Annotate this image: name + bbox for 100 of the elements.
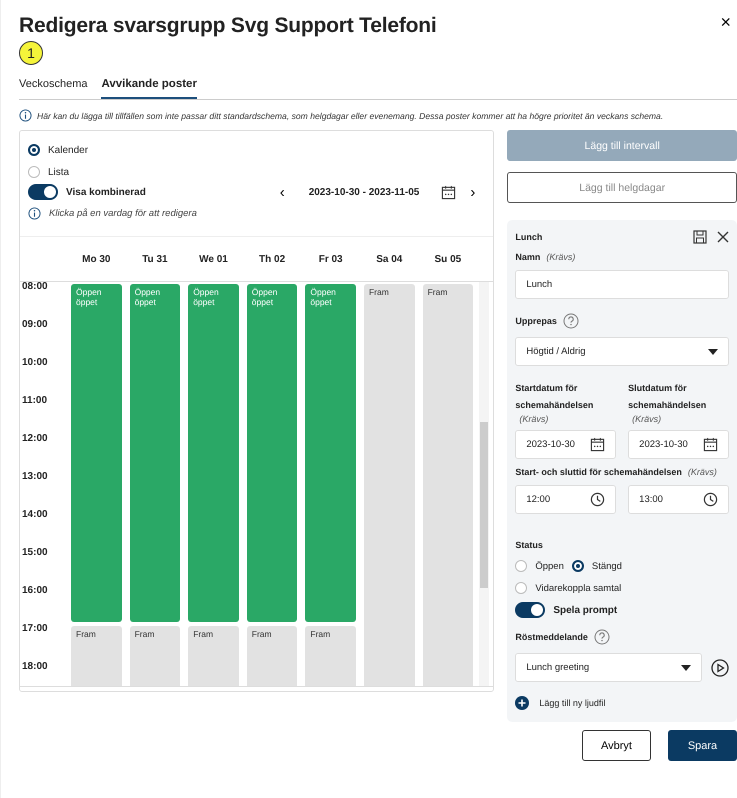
radio-button[interactable] xyxy=(28,144,40,156)
close-button[interactable]: × xyxy=(720,12,737,33)
info-text: Här kan du lägga till tillfällen som inte passar ditt standardschema, som helgdagar eller evenemang. Dessa poster kommer att ha högre prioritet än veckans schema. xyxy=(37,110,664,120)
event-title: Fram xyxy=(428,287,448,297)
form-title: Lunch xyxy=(515,232,542,242)
date-field[interactable]: 2023-10-30 xyxy=(628,430,730,459)
event-title: Öppen xyxy=(76,287,103,297)
hour-label: 16:00 xyxy=(21,586,49,598)
hour-label: 10:00 xyxy=(21,358,49,370)
required-note: (Krävs) xyxy=(519,414,550,424)
caret-icon xyxy=(681,664,691,670)
hour-label: 15:00 xyxy=(21,548,49,560)
next-button[interactable]: › xyxy=(468,184,478,200)
day-header[interactable]: Th 02 xyxy=(242,254,302,264)
event-subtitle: öppet xyxy=(252,297,274,307)
save-button[interactable]: Spara xyxy=(668,730,737,761)
event-title: Fram xyxy=(134,629,156,639)
save-icon[interactable] xyxy=(693,230,707,244)
name-field[interactable]: Lunch xyxy=(515,270,729,299)
clock-icon[interactable] xyxy=(703,492,718,507)
day-header[interactable]: We 01 xyxy=(184,254,243,264)
hour-label: 11:00 xyxy=(21,396,48,408)
event-title: Fram xyxy=(76,629,97,639)
day-header[interactable]: Su 05 xyxy=(418,254,478,264)
cancel-button[interactable]: Avbryt xyxy=(582,730,651,761)
help-icon[interactable] xyxy=(594,629,610,645)
event-subtitle: öppet xyxy=(193,297,216,307)
time-field[interactable]: 13:00 xyxy=(628,485,730,514)
radio-button[interactable] xyxy=(515,560,528,572)
calendar-icon[interactable] xyxy=(590,437,606,452)
tab[interactable]: Veckoschema xyxy=(19,73,88,99)
tab[interactable]: Avvikande poster xyxy=(101,73,197,99)
calendar-event[interactable]: Fram xyxy=(188,626,239,686)
radio-button[interactable] xyxy=(515,582,528,594)
required-note: (Krävs) xyxy=(688,467,717,477)
toggle-switch[interactable] xyxy=(28,184,58,200)
repeat-dropdown[interactable]: Högtid / Aldrig xyxy=(515,337,729,366)
field-label: Slutdatum för schemahändelsen xyxy=(628,382,708,412)
close-icon[interactable] xyxy=(717,231,729,243)
radio-label: Kalender xyxy=(48,144,88,156)
dialog-title: Redigera svarsgrupp Svg Support Telefoni xyxy=(19,14,437,38)
radio-label: Lista xyxy=(48,166,70,178)
day-header[interactable]: Fr 03 xyxy=(301,254,360,264)
date-range: 2023-10-30 - 2023-11-05 xyxy=(308,186,420,198)
hour-label: 12:00 xyxy=(21,434,49,446)
calendar-event[interactable]: Fram xyxy=(422,284,474,686)
event-title: Öppen xyxy=(193,287,220,297)
calendar-event[interactable]: Fram xyxy=(305,626,356,686)
toggle-label: Spela prompt xyxy=(553,604,618,616)
hour-label: 18:00 xyxy=(21,662,49,674)
event-subtitle: öppet xyxy=(76,297,98,307)
info-icon xyxy=(19,109,32,122)
hint-text: Klicka på en vardag för att redigera xyxy=(49,208,197,219)
add-file-link[interactable]: Lägg till ny ljudfil xyxy=(539,698,606,708)
event-title: Fram xyxy=(193,629,214,639)
event-title: Fram xyxy=(368,287,390,297)
step-badge: 1 xyxy=(19,41,43,65)
field-label: Upprepas xyxy=(515,316,557,326)
day-header[interactable]: Sa 04 xyxy=(360,254,419,264)
caret-icon xyxy=(708,348,718,354)
clock-icon[interactable] xyxy=(590,492,606,507)
event-title: Öppen xyxy=(134,287,162,297)
event-title: Öppen xyxy=(310,287,337,297)
hour-label: 17:00 xyxy=(21,624,49,636)
add-icon[interactable] xyxy=(515,696,530,710)
calendar-icon[interactable] xyxy=(441,184,456,200)
field-label: Röstmeddelande xyxy=(515,632,588,642)
day-header[interactable]: Tu 31 xyxy=(126,254,184,264)
hour-label: 08:00 xyxy=(21,282,49,294)
previous-button[interactable]: ‹ xyxy=(278,184,287,200)
help-icon[interactable] xyxy=(562,313,579,329)
field-label: Startdatum för schemahändelsen xyxy=(515,382,594,412)
calendar-event[interactable]: Fram xyxy=(246,626,298,686)
field-label: Start- och sluttid för schemahändelsen xyxy=(515,467,682,477)
toggle-switch[interactable] xyxy=(515,602,546,618)
field-label: Status xyxy=(515,540,544,550)
radio-button[interactable] xyxy=(28,166,40,178)
hour-label: 14:00 xyxy=(21,510,49,522)
hour-label: 13:00 xyxy=(21,472,49,484)
calendar-event[interactable]: Fram xyxy=(71,626,122,686)
event-title: Fram xyxy=(252,629,273,639)
hour-label: 09:00 xyxy=(21,320,49,332)
play-icon[interactable] xyxy=(711,658,729,676)
required-note: (Krävs) xyxy=(632,414,662,424)
calendar-event[interactable]: Fram xyxy=(364,284,415,686)
calendar-icon[interactable] xyxy=(703,437,718,452)
date-field[interactable]: 2023-10-30 xyxy=(515,430,616,459)
radio-label: Öppen xyxy=(535,560,564,572)
event-subtitle: öppet xyxy=(310,297,333,307)
day-header[interactable]: Mo 30 xyxy=(67,254,126,264)
calendar-event[interactable]: Fram xyxy=(130,626,180,686)
event-title: Fram xyxy=(310,629,332,639)
radio-label: Vidarekoppla samtal xyxy=(535,582,622,594)
radio-button[interactable] xyxy=(572,560,584,572)
add-holidays-button[interactable]: Lägg till helgdagar xyxy=(507,172,737,203)
time-field[interactable]: 12:00 xyxy=(515,485,616,514)
toggle-label: Visa kombinerad xyxy=(66,186,146,198)
radio-label: Stängd xyxy=(592,560,622,572)
voice-dropdown[interactable]: Lunch greeting xyxy=(515,653,702,682)
field-label: Namn xyxy=(515,252,540,262)
